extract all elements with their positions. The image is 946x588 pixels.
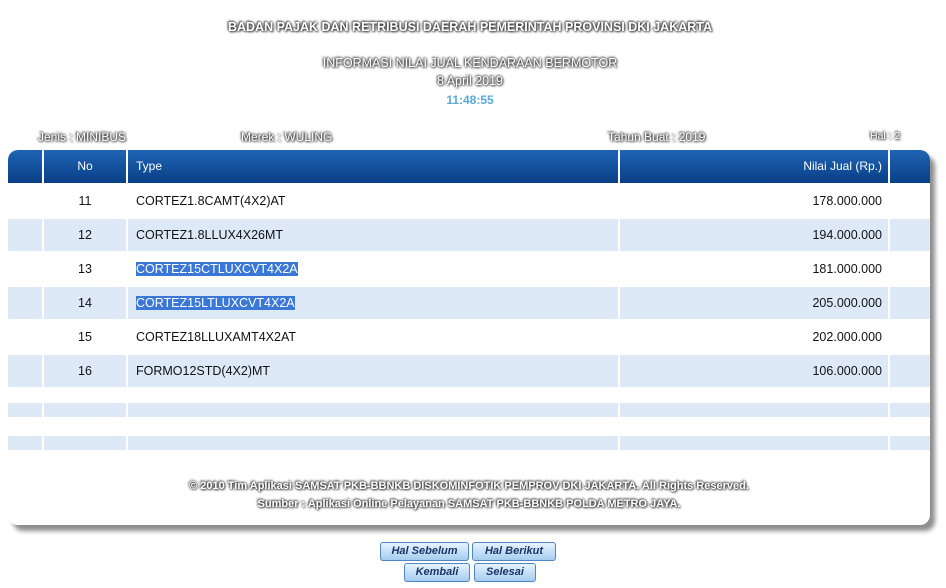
sale-value: 178.000.000	[812, 194, 882, 208]
header-divider	[126, 150, 128, 183]
vehicle-type-text: CORTEZ18LLUXAMT4X2AT	[136, 330, 297, 344]
column-divider	[888, 253, 890, 285]
sale-value: 194.000.000	[812, 228, 882, 242]
table-row[interactable]: 11 CORTEZ1.8CAMT(4X2)AT 178.000.000	[8, 185, 930, 217]
vehicle-type-text: CORTEZ15LTLUXCVT4X2A	[136, 296, 295, 310]
column-divider	[42, 403, 44, 417]
row-number: 15	[78, 330, 92, 344]
sale-value: 106.000.000	[812, 364, 882, 378]
sale-value: 202.000.000	[812, 330, 882, 344]
empty-row	[8, 436, 930, 450]
column-divider	[888, 355, 890, 387]
agency-title: BADAN PAJAK DAN RETRIBUSI DAERAH PEMERIN…	[227, 20, 713, 34]
column-divider	[126, 287, 128, 319]
next-page-button[interactable]: Hal Berikut	[472, 542, 556, 561]
report-time: 11:48:55	[446, 93, 494, 107]
column-divider	[888, 436, 890, 450]
sale-value: 181.000.000	[812, 262, 882, 276]
row-number: 16	[78, 364, 92, 378]
column-header-type: Type	[136, 159, 163, 173]
vehicle-type-text: CORTEZ15CTLUXCVT4X2A	[136, 262, 298, 276]
column-divider	[126, 403, 128, 417]
column-divider	[888, 219, 890, 251]
results-panel: No Type Nilai Jual (Rp.) 11 CORTEZ1.8CAMT…	[8, 150, 930, 525]
vehicle-type: CORTEZ1.8CAMT(4X2)AT	[136, 185, 286, 217]
column-divider	[126, 185, 128, 217]
vehicle-type: CORTEZ15CTLUXCVT4X2A	[136, 253, 298, 285]
column-divider	[126, 355, 128, 387]
column-divider	[618, 436, 620, 450]
vehicle-type: CORTEZ1.8LLUX4X26MT	[136, 219, 283, 251]
column-divider	[888, 185, 890, 217]
vehicle-type: CORTEZ18LLUXAMT4X2AT	[136, 321, 296, 353]
previous-page-button[interactable]: Hal Sebelum	[380, 542, 469, 561]
footer-source: Sumber : Aplikasi Online Pelayanan SAMSA…	[257, 498, 681, 510]
column-divider	[618, 403, 620, 417]
column-divider	[126, 436, 128, 450]
column-divider	[126, 253, 128, 285]
column-divider	[126, 219, 128, 251]
back-button[interactable]: Kembali	[404, 563, 470, 582]
row-number: 11	[78, 194, 92, 208]
vehicle-type-text: CORTEZ1.8CAMT(4X2)AT	[136, 194, 286, 208]
vehicle-type: FORMO12STD(4X2)MT	[136, 355, 270, 387]
vehicle-brand: Merek : WULING	[241, 130, 333, 144]
row-number: 14	[78, 296, 92, 310]
column-divider	[888, 321, 890, 353]
vehicle-type-text: CORTEZ1.8LLUX4X26MT	[136, 228, 284, 242]
column-header-value: Nilai Jual (Rp.)	[803, 159, 882, 173]
column-divider	[126, 321, 128, 353]
page-number: Hal : 2	[870, 130, 901, 142]
table-header: No Type Nilai Jual (Rp.)	[8, 150, 930, 183]
footer-copyright: © 2010 Tim Aplikasi SAMSAT PKB-BBNKB DIS…	[189, 480, 749, 492]
column-divider	[42, 436, 44, 450]
finish-button[interactable]: Selesai	[474, 563, 536, 582]
column-divider	[888, 287, 890, 319]
column-divider	[888, 403, 890, 417]
table-row[interactable]: 13 CORTEZ15CTLUXCVT4X2A 181.000.000	[8, 253, 930, 285]
vehicle-year: Tahun Buat : 2019	[608, 130, 706, 144]
table-row[interactable]: 14 CORTEZ15LTLUXCVT4X2A 205.000.000	[8, 287, 930, 319]
vehicle-kind: Jenis : MINIBUS	[38, 130, 127, 144]
report-date: 8 April 2019	[436, 74, 504, 88]
page-title: INFORMASI NILAI JUAL KENDARAAN BERMOTOR	[322, 56, 618, 70]
vehicle-type: CORTEZ15LTLUXCVT4X2A	[136, 287, 295, 319]
sale-value: 205.000.000	[812, 296, 882, 310]
empty-row	[8, 403, 930, 417]
table-row[interactable]: 15 CORTEZ18LLUXAMT4X2AT 202.000.000	[8, 321, 930, 353]
vehicle-type-text: FORMO12STD(4X2)MT	[136, 364, 271, 378]
row-number: 13	[78, 262, 92, 276]
header-divider	[888, 150, 890, 183]
table-row[interactable]: 16 FORMO12STD(4X2)MT 106.000.000	[8, 355, 930, 387]
row-number: 12	[78, 228, 92, 242]
column-header-no: No	[77, 159, 93, 173]
table-row[interactable]: 12 CORTEZ1.8LLUX4X26MT 194.000.000	[8, 219, 930, 251]
